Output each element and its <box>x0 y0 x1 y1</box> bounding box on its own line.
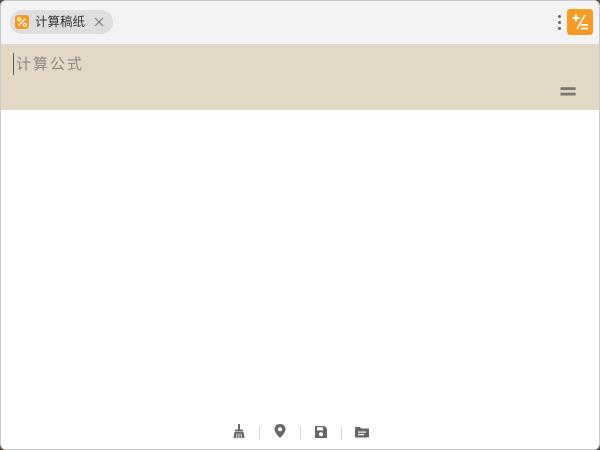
percent-icon <box>15 15 29 29</box>
clear-button[interactable] <box>219 421 259 445</box>
pin-button[interactable] <box>260 421 300 445</box>
plus-minus-icon[interactable] <box>567 9 593 35</box>
text-cursor <box>13 53 14 75</box>
floppy-disk-icon <box>314 424 328 443</box>
formula-input[interactable] <box>16 52 536 76</box>
equals-button[interactable]: = <box>557 79 579 103</box>
save-button[interactable] <box>301 421 341 445</box>
more-vertical-icon[interactable] <box>554 11 564 33</box>
location-pin-icon <box>273 423 287 443</box>
open-button[interactable] <box>342 421 382 445</box>
broom-icon <box>231 423 247 443</box>
tab-bar: 计算稿纸 <box>1 1 599 44</box>
formula-panel: = <box>1 44 599 110</box>
calculator-window: 计算稿纸 = <box>0 0 600 450</box>
close-icon[interactable] <box>93 16 105 28</box>
tab-calc-paper[interactable]: 计算稿纸 <box>10 10 114 34</box>
bottom-toolbar <box>1 419 599 447</box>
tab-label: 计算稿纸 <box>35 14 86 29</box>
scratch-paper-area[interactable] <box>1 110 599 415</box>
folder-icon <box>354 424 370 443</box>
